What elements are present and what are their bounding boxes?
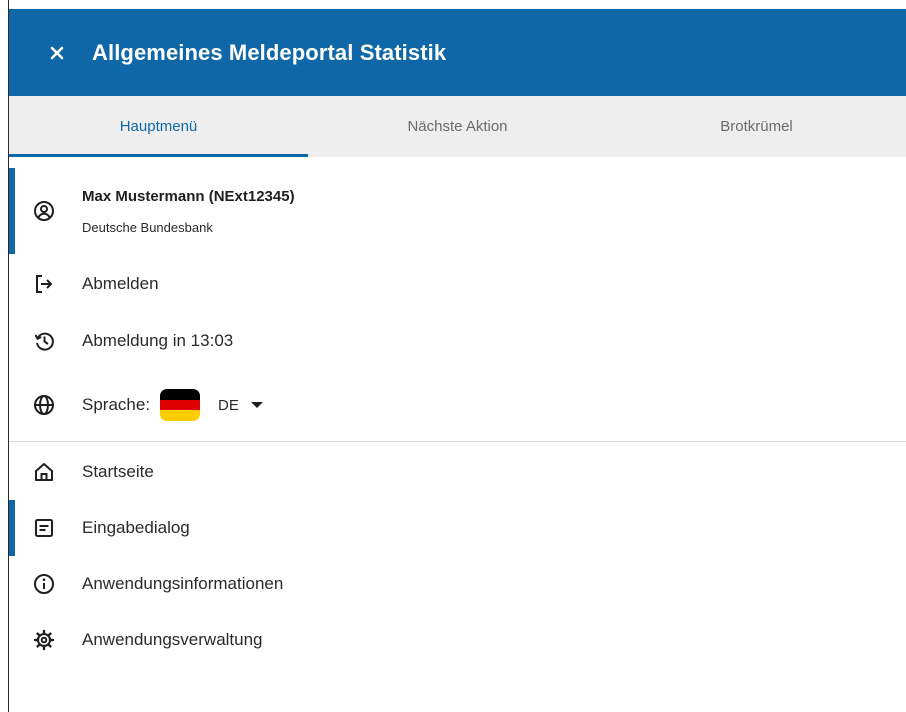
logout-icon	[32, 272, 56, 296]
tab-bar: Hauptmenü Nächste Aktion Brotkrümel	[9, 96, 906, 157]
language-row: Sprache: DE	[9, 377, 906, 433]
close-button[interactable]	[45, 41, 69, 65]
menu-divider	[9, 441, 906, 442]
close-icon	[49, 45, 65, 61]
session-timer: Abmeldung in 13:03	[9, 313, 906, 369]
menu-item-label: Eingabedialog	[82, 518, 190, 537]
user-circle-icon	[32, 199, 56, 223]
germany-flag	[160, 389, 201, 421]
active-menu-indicator	[9, 500, 15, 556]
menu-item-label: Anwendungsinformationen	[82, 574, 284, 593]
history-icon	[32, 329, 56, 353]
user-organization: Deutsche Bundesbank	[82, 220, 213, 235]
menu-item-anwendungsverwaltung[interactable]: Anwendungsverwaltung	[9, 612, 906, 668]
menu-item-anwendungsinformationen[interactable]: Anwendungsinformationen	[9, 556, 906, 612]
frame-top	[0, 0, 906, 9]
tab-naechste-aktion[interactable]: Nächste Aktion	[308, 96, 607, 157]
app-title: Allgemeines Meldeportal Statistik	[92, 39, 447, 65]
user-info: Max Mustermann (NExt12345) Deutsche Bund…	[9, 168, 906, 254]
language-label: Sprache:	[82, 395, 151, 414]
home-icon	[32, 460, 56, 484]
logout-item[interactable]: Abmelden	[9, 256, 906, 312]
menu-item-label: Startseite	[82, 462, 154, 481]
app-header: Allgemeines Meldeportal Statistik	[9, 9, 906, 96]
settings-icon	[32, 628, 56, 652]
user-active-indicator	[9, 168, 15, 254]
menu-item-eingabedialog[interactable]: Eingabedialog	[9, 500, 906, 556]
info-icon	[32, 572, 56, 596]
menu-item-label: Anwendungsverwaltung	[82, 630, 263, 649]
logout-label: Abmelden	[82, 274, 159, 293]
globe-icon	[32, 393, 56, 417]
menu-item-startseite[interactable]: Startseite	[9, 444, 906, 500]
language-code: DE	[218, 396, 239, 414]
tab-hauptmenue[interactable]: Hauptmenü	[9, 96, 308, 157]
session-timer-label: Abmeldung in 13:03	[82, 331, 234, 350]
form-icon	[32, 516, 56, 540]
language-select[interactable]: DE	[150, 389, 263, 421]
user-name: Max Mustermann (NExt12345)	[82, 188, 295, 205]
caret-down-icon	[250, 402, 263, 408]
tab-brotkruemel[interactable]: Brotkrümel	[607, 96, 906, 157]
